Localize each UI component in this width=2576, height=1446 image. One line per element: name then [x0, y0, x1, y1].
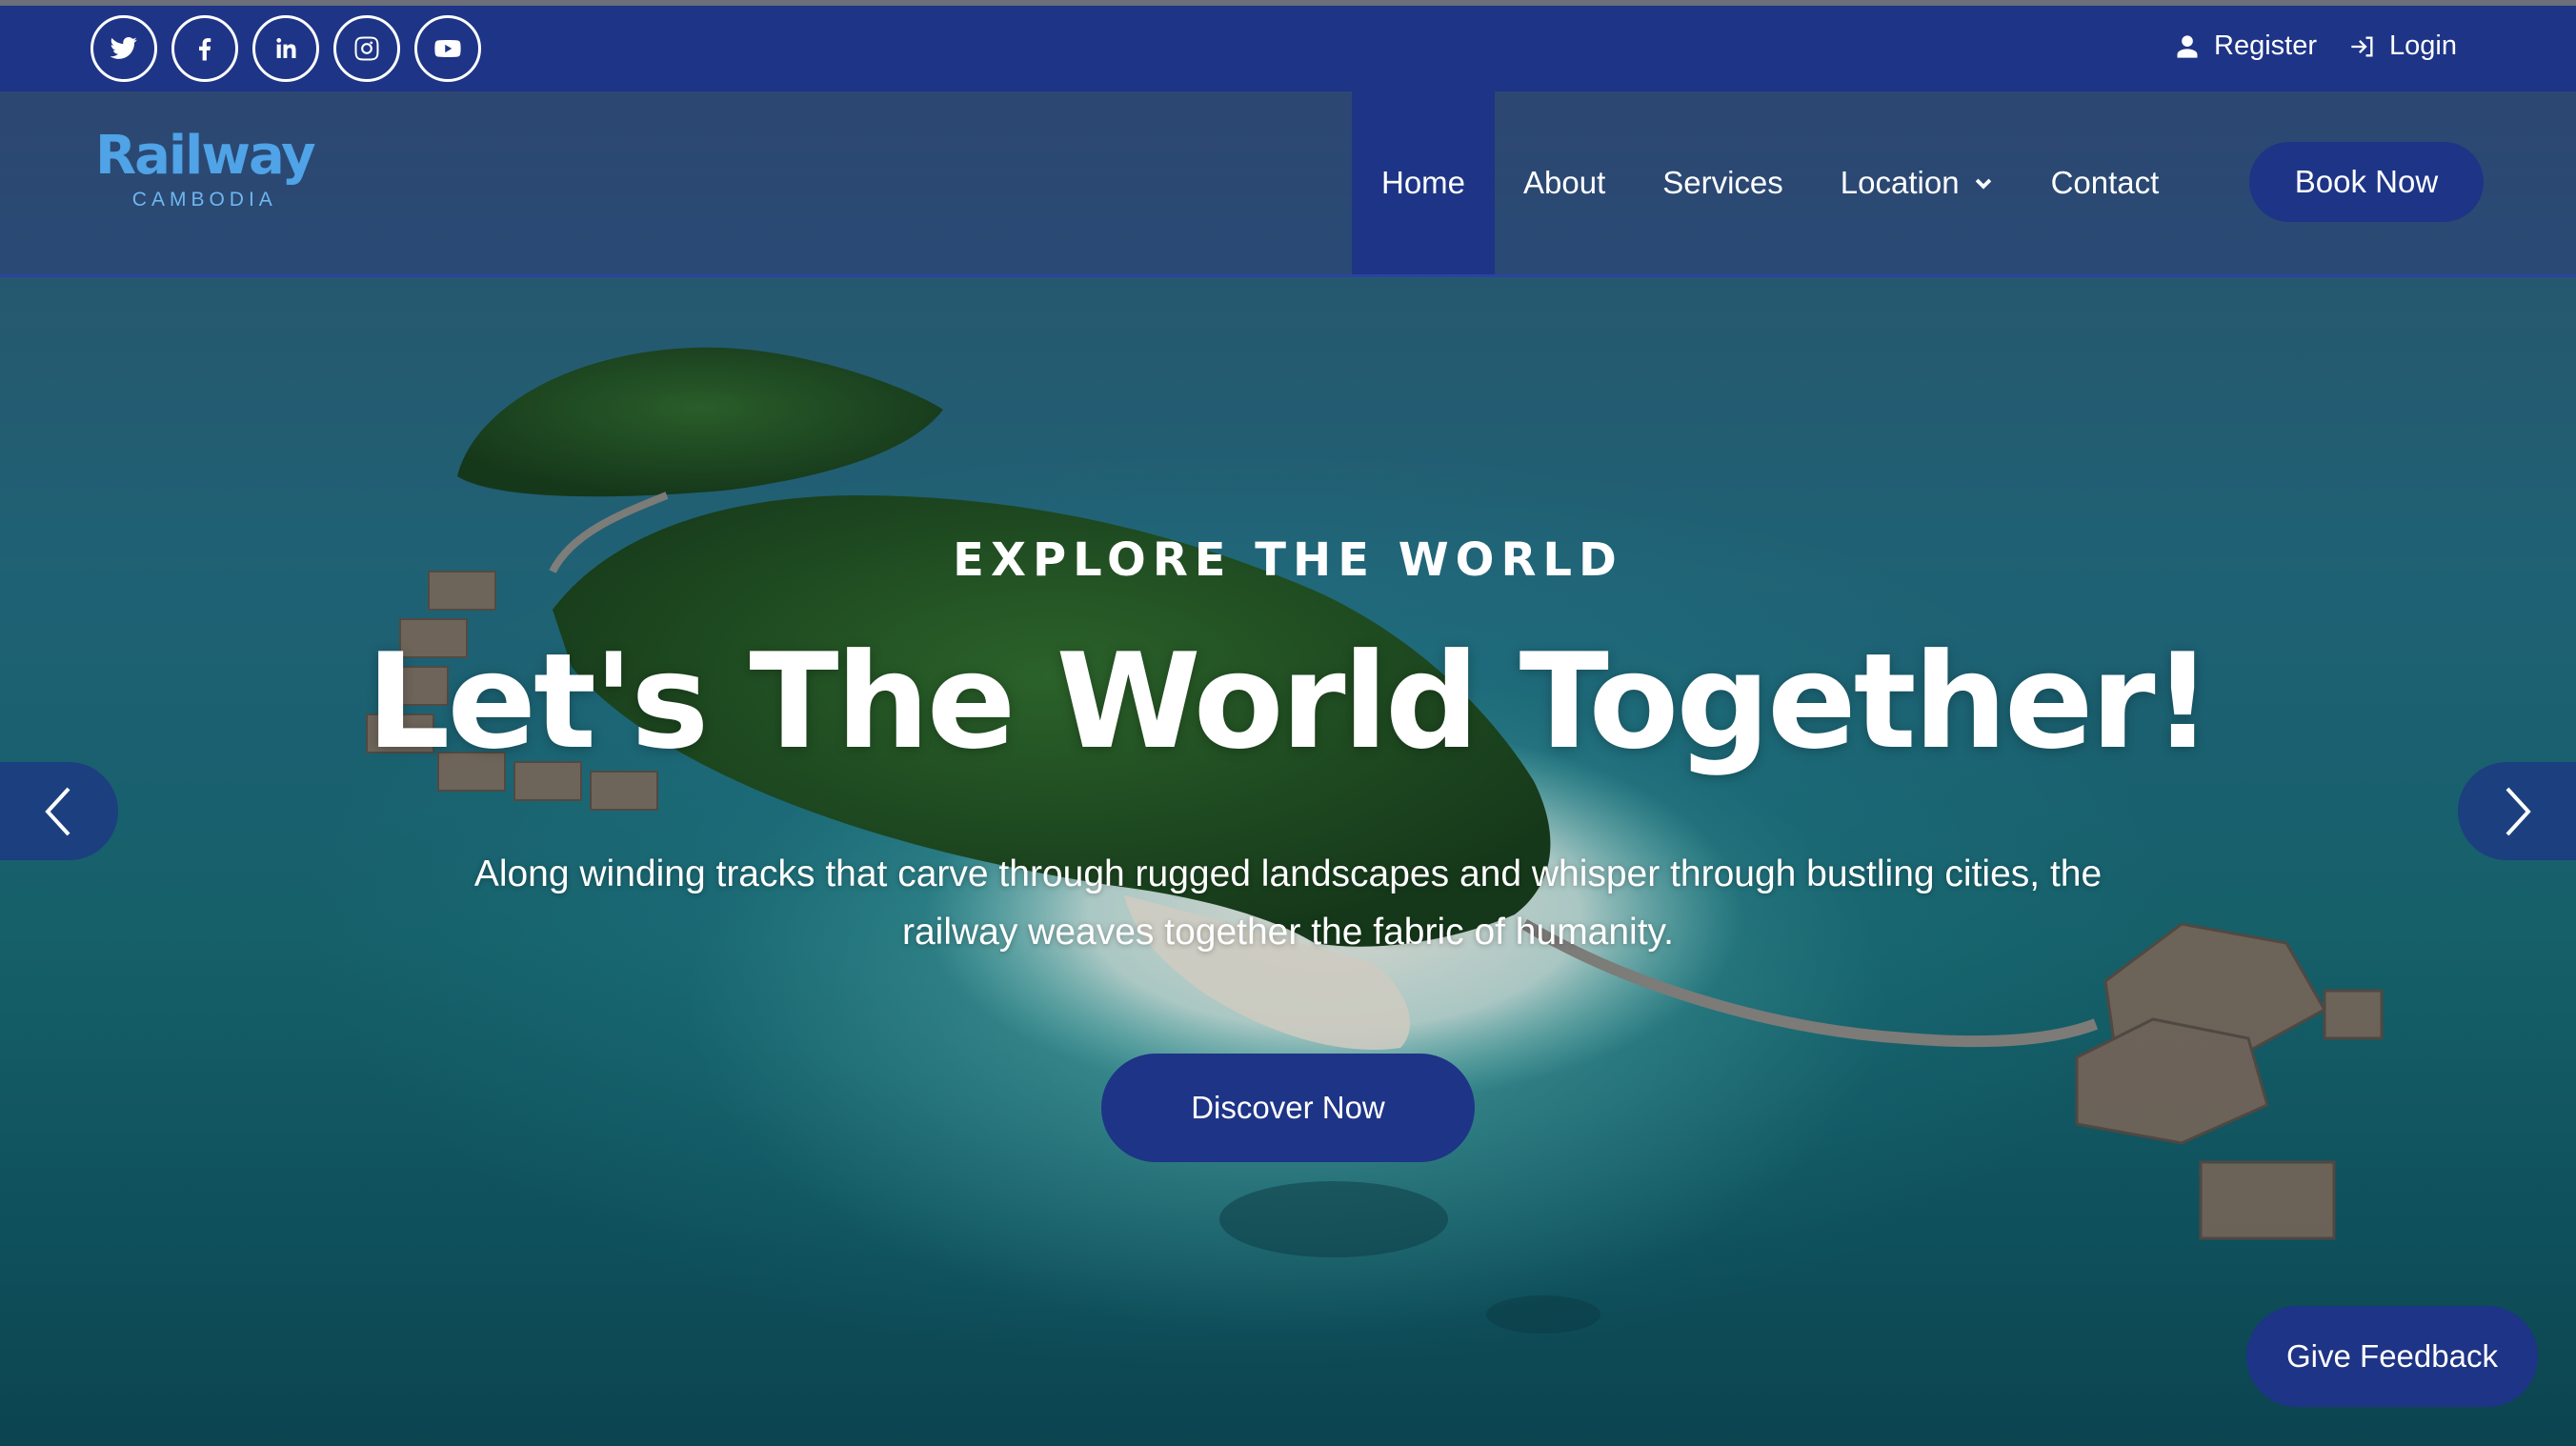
nav-item-label: About	[1523, 165, 1606, 200]
nav-item-home[interactable]: Home	[1352, 91, 1495, 274]
nav-item-services[interactable]: Services	[1634, 91, 1812, 274]
linkedin-link[interactable]	[252, 15, 319, 82]
nav-item-location[interactable]: Location	[1812, 91, 2023, 274]
auth-links: Register Login	[2174, 30, 2457, 62]
youtube-icon	[434, 40, 461, 57]
brand-tagline: CAMBODIA	[131, 189, 277, 211]
instagram-icon	[354, 36, 379, 61]
twitter-icon	[110, 37, 137, 59]
chevron-right-icon	[2506, 787, 2531, 835]
sign-in-icon	[2351, 36, 2373, 56]
login-link[interactable]: Login	[2349, 30, 2457, 62]
nav-menu: Home About Services Location Contact	[1352, 91, 2187, 274]
book-now-button[interactable]: Book Now	[2249, 142, 2484, 222]
nav-item-label: Contact	[2050, 165, 2160, 200]
instagram-link[interactable]	[333, 15, 400, 82]
social-links	[91, 15, 481, 82]
chevron-down-icon	[1975, 178, 1991, 190]
top-bar: Register Login	[0, 6, 2576, 91]
hero-headline: Let's The World Together!	[366, 625, 2212, 778]
chevron-left-icon	[45, 787, 70, 835]
brand-logo[interactable]: Railway CAMBODIA	[95, 125, 316, 211]
user-icon	[2177, 34, 2198, 58]
register-link[interactable]: Register	[2174, 30, 2317, 62]
login-label: Login	[2389, 30, 2457, 61]
main-navbar: Railway CAMBODIA Home About Services Loc…	[0, 91, 2576, 277]
discover-now-button[interactable]: Discover Now	[1101, 1054, 1475, 1162]
youtube-link[interactable]	[414, 15, 481, 82]
carousel-prev-button[interactable]	[0, 762, 118, 860]
nav-item-label: Services	[1662, 165, 1783, 200]
nav-item-about[interactable]: About	[1495, 91, 1634, 274]
linkedin-icon	[276, 38, 296, 58]
facebook-icon	[199, 38, 211, 61]
twitter-link[interactable]	[91, 15, 157, 82]
nav-item-contact[interactable]: Contact	[2023, 91, 2188, 274]
facebook-link[interactable]	[171, 15, 238, 82]
hero-eyebrow: EXPLORE THE WORLD	[953, 533, 1623, 587]
brand-name: Railway	[95, 125, 316, 187]
nav-item-label: Home	[1380, 165, 1466, 200]
nav-item-label: Location	[1840, 165, 1960, 200]
register-label: Register	[2214, 30, 2318, 61]
give-feedback-button[interactable]: Give Feedback	[2246, 1306, 2538, 1407]
carousel-next-button[interactable]	[2458, 762, 2576, 860]
hero-subtext: Along winding tracks that carve through …	[473, 854, 2103, 953]
